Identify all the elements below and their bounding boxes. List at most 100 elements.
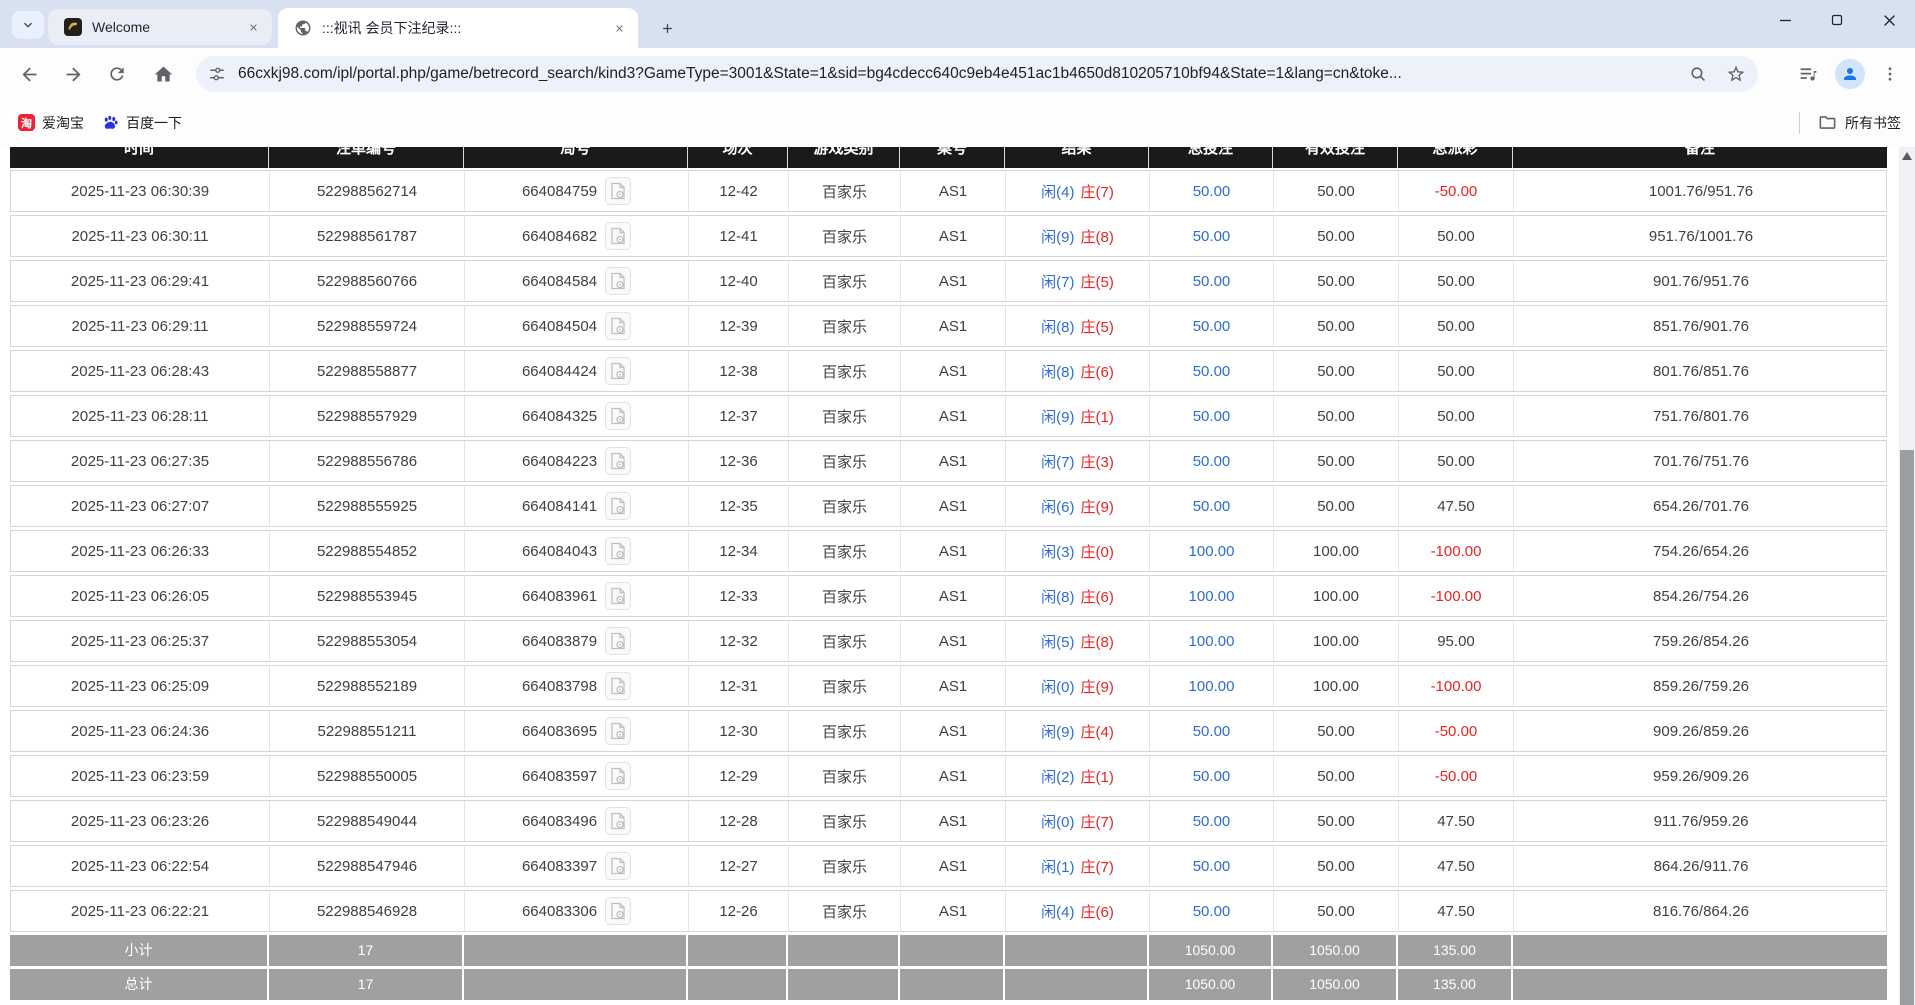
cell-win-loss: 50.00 [1399, 441, 1514, 481]
minimize-button[interactable] [1759, 0, 1811, 40]
result-banker: 庄(5) [1081, 316, 1114, 337]
col-header-game-type: 游戏类别 [788, 147, 900, 168]
video-replay-button[interactable] [605, 312, 631, 340]
cell-remark: 859.26/759.26 [1514, 666, 1888, 706]
new-tab-button[interactable] [652, 13, 682, 43]
video-replay-button[interactable] [605, 627, 631, 655]
video-replay-button[interactable] [605, 177, 631, 205]
result-banker: 庄(6) [1081, 361, 1114, 382]
cell-bet-id: 522988557929 [270, 396, 465, 436]
video-file-icon [610, 632, 626, 650]
cell-time: 2025-11-23 06:29:11 [11, 306, 270, 346]
bookmark-star-icon[interactable] [1726, 64, 1746, 84]
video-replay-button[interactable] [605, 717, 631, 745]
reload-button[interactable] [98, 55, 136, 93]
cell-session: 12-39 [689, 306, 789, 346]
bookmark-label: 爱淘宝 [42, 113, 84, 133]
result-player: 闲(5) [1041, 631, 1074, 652]
url-text[interactable]: 66cxkj98.com/ipl/portal.php/game/betreco… [238, 65, 1689, 83]
cell-session: 12-28 [689, 801, 789, 841]
cell-round: 664084759 [465, 171, 689, 211]
cell-result: 闲(8) 庄(5) [1006, 306, 1150, 346]
cell-result: 闲(4) 庄(7) [1006, 171, 1150, 211]
video-file-icon [610, 542, 626, 560]
video-replay-button[interactable] [605, 807, 631, 835]
tab-close-icon[interactable] [244, 18, 262, 36]
cell-table-no: AS1 [901, 351, 1006, 391]
video-replay-button[interactable] [605, 402, 631, 430]
scrollbar-thumb[interactable] [1900, 450, 1914, 1005]
col-header-remark: 备注 [1513, 147, 1887, 168]
subtotal-valid-bet: 1050.00 [1273, 935, 1398, 966]
close-window-button[interactable] [1863, 0, 1915, 40]
cell-remark: 816.76/864.26 [1514, 891, 1888, 931]
page-scrollbar[interactable] [1899, 147, 1915, 1005]
cell-table-no: AS1 [901, 441, 1006, 481]
cell-bet-id: 522988559724 [270, 306, 465, 346]
home-icon [153, 64, 174, 85]
bookmark-taobao[interactable]: 淘 爱淘宝 [18, 113, 84, 133]
media-controls-icon[interactable] [1798, 64, 1819, 85]
cell-time: 2025-11-23 06:30:39 [11, 171, 270, 211]
tab-close-icon[interactable] [610, 19, 628, 37]
video-replay-button[interactable] [605, 447, 631, 475]
video-replay-button[interactable] [605, 357, 631, 385]
table-row: 2025-11-23 06:26:05 522988553945 6640839… [10, 575, 1887, 617]
bookmarks-bar: 淘 爱淘宝 百度一下 所有书签 [0, 98, 1915, 147]
forward-button[interactable] [54, 55, 92, 93]
cell-time: 2025-11-23 06:26:33 [11, 531, 270, 571]
video-replay-button[interactable] [605, 492, 631, 520]
cell-time: 2025-11-23 06:24:36 [11, 711, 270, 751]
result-player: 闲(8) [1041, 316, 1074, 337]
cell-result: 闲(3) 庄(0) [1006, 531, 1150, 571]
video-replay-button[interactable] [605, 672, 631, 700]
video-file-icon [610, 452, 626, 470]
cell-time: 2025-11-23 06:23:59 [11, 756, 270, 796]
video-file-icon [610, 677, 626, 695]
home-button[interactable] [144, 55, 182, 93]
maximize-button[interactable] [1811, 0, 1863, 40]
col-header-round: 局号 [464, 147, 688, 168]
all-bookmarks-button[interactable]: 所有书签 [1799, 98, 1901, 147]
cell-time: 2025-11-23 06:29:41 [11, 261, 270, 301]
cell-result: 闲(9) 庄(4) [1006, 711, 1150, 751]
profile-avatar[interactable] [1835, 59, 1865, 89]
tab-bet-records[interactable]: :::视讯 会员下注纪录::: [278, 8, 638, 48]
back-button[interactable] [10, 55, 48, 93]
cell-time: 2025-11-23 06:28:43 [11, 351, 270, 391]
all-bookmarks-label: 所有书签 [1845, 113, 1901, 133]
tab-welcome[interactable]: Welcome [48, 9, 272, 45]
cell-session: 12-34 [689, 531, 789, 571]
video-file-icon [610, 362, 626, 380]
video-replay-button[interactable] [605, 582, 631, 610]
video-replay-button[interactable] [605, 762, 631, 790]
video-replay-button[interactable] [605, 852, 631, 880]
cell-table-no: AS1 [901, 531, 1006, 571]
cell-result: 闲(6) 庄(9) [1006, 486, 1150, 526]
cell-win-loss: 50.00 [1399, 306, 1514, 346]
result-player: 闲(2) [1041, 766, 1074, 787]
video-replay-button[interactable] [605, 537, 631, 565]
tab-search-button[interactable] [12, 11, 44, 39]
cell-win-loss: 47.50 [1399, 486, 1514, 526]
bookmark-baidu[interactable]: 百度一下 [102, 113, 182, 133]
video-replay-button[interactable] [605, 222, 631, 250]
cell-game-type: 百家乐 [789, 351, 901, 391]
zoom-icon[interactable] [1689, 65, 1708, 84]
cell-result: 闲(9) 庄(8) [1006, 216, 1150, 256]
cell-valid-bet: 50.00 [1274, 216, 1399, 256]
cell-win-loss: -100.00 [1399, 666, 1514, 706]
video-replay-button[interactable] [605, 267, 631, 295]
browser-menu-icon[interactable] [1881, 65, 1899, 83]
site-settings-icon[interactable] [208, 65, 226, 83]
cell-game-type: 百家乐 [789, 441, 901, 481]
subtotal-win-loss: 135.00 [1398, 935, 1513, 966]
cell-total-bet: 50.00 [1150, 441, 1274, 481]
video-replay-button[interactable] [605, 897, 631, 925]
scroll-up-button[interactable] [1899, 147, 1915, 164]
cell-result: 闲(8) 庄(6) [1006, 576, 1150, 616]
cell-remark: 751.76/801.76 [1514, 396, 1888, 436]
address-bar[interactable]: 66cxkj98.com/ipl/portal.php/game/betreco… [196, 56, 1758, 92]
col-header-result: 结果 [1005, 147, 1149, 168]
table-row: 2025-11-23 06:25:37 522988553054 6640838… [10, 620, 1887, 662]
